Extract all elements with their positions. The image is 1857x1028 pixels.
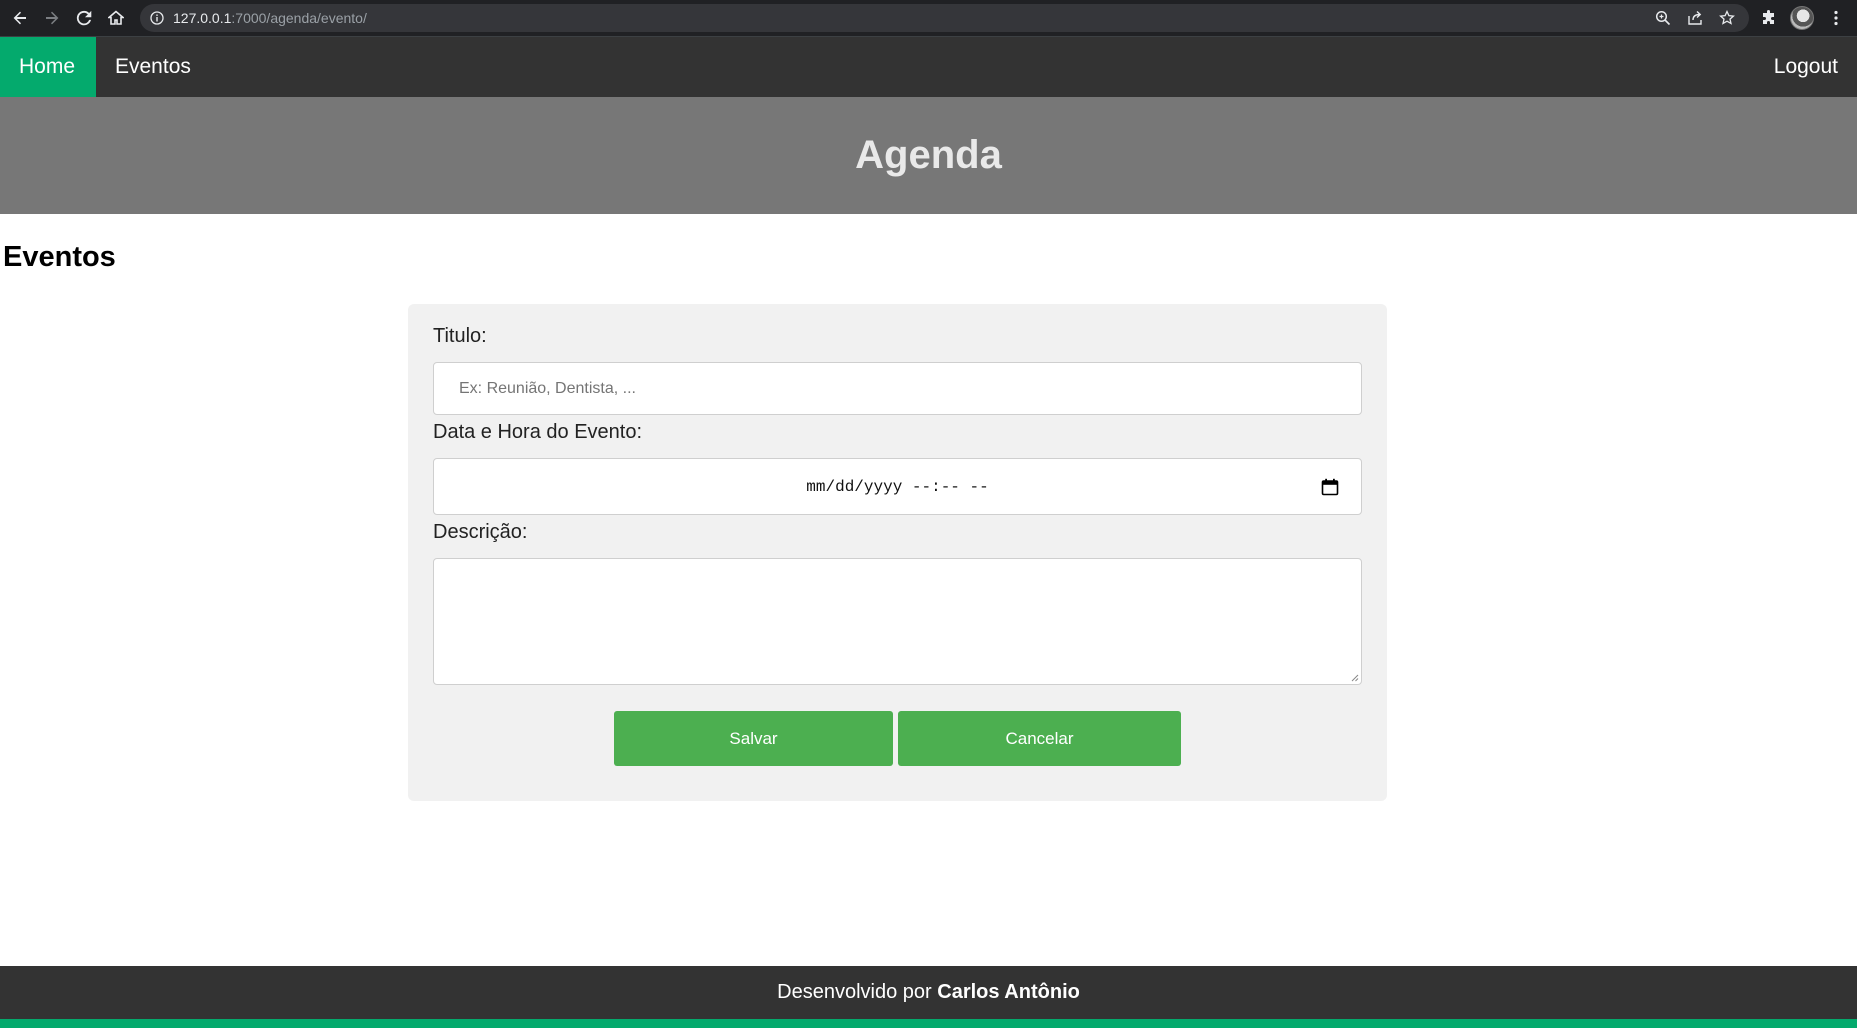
datetime-placeholder: mm/dd/yyyy --:-- -- (806, 478, 989, 496)
footer: Desenvolvido por Carlos Antônio (0, 966, 1857, 1019)
descricao-textarea[interactable] (434, 559, 1361, 684)
resize-grip-icon[interactable] (1349, 672, 1359, 682)
event-form: Titulo: Data e Hora do Evento: mm/dd/yyy… (408, 304, 1387, 801)
footer-accent-bar (0, 1019, 1857, 1028)
footer-prefix: Desenvolvido por (777, 981, 938, 1003)
footer-author: Carlos Antônio (937, 981, 1080, 1003)
save-button[interactable]: Salvar (614, 711, 893, 766)
url-text: 127.0.0.1:7000/agenda/evento/ (173, 10, 367, 26)
nav-logout-link[interactable]: Logout (1755, 37, 1857, 97)
forward-icon[interactable] (36, 0, 68, 36)
reload-icon[interactable] (68, 0, 100, 36)
top-navigation: Home Eventos Logout (0, 37, 1857, 97)
address-bar[interactable]: 127.0.0.1:7000/agenda/evento/ (140, 4, 1749, 32)
site-title: Agenda (855, 133, 1002, 177)
zoom-icon[interactable] (1647, 4, 1679, 32)
descricao-field-wrapper (433, 558, 1362, 685)
titulo-label: Titulo: (433, 325, 487, 347)
header-banner: Agenda (0, 97, 1857, 214)
kebab-menu-icon[interactable] (1826, 6, 1846, 30)
profile-avatar[interactable] (1790, 6, 1814, 30)
back-icon[interactable] (4, 0, 36, 36)
browser-toolbar: 127.0.0.1:7000/agenda/evento/ (0, 0, 1857, 37)
nav-home-link[interactable]: Home (0, 37, 96, 97)
calendar-icon[interactable] (1321, 478, 1339, 496)
data-hora-label: Data e Hora do Evento: (433, 421, 643, 443)
nav-eventos-link[interactable]: Eventos (96, 37, 210, 97)
bookmark-star-icon[interactable] (1711, 4, 1743, 32)
page-title: Eventos (3, 241, 116, 273)
home-icon[interactable] (100, 0, 132, 36)
titulo-input[interactable] (434, 363, 1361, 414)
data-hora-input[interactable]: mm/dd/yyyy --:-- -- (433, 458, 1362, 515)
extensions-puzzle-icon[interactable] (1756, 6, 1782, 30)
titulo-field-wrapper (433, 362, 1362, 415)
cancel-button[interactable]: Cancelar (898, 711, 1181, 766)
descricao-label: Descrição: (433, 521, 528, 543)
site-info-icon[interactable] (149, 10, 165, 26)
share-icon[interactable] (1679, 4, 1711, 32)
